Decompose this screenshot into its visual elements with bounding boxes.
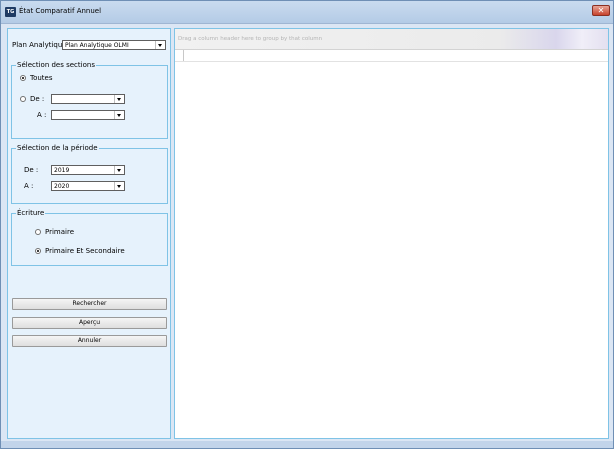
section-to-label: A :	[37, 111, 47, 119]
period-from-dropdown[interactable]: 2019	[51, 165, 125, 175]
rechercher-button[interactable]: Rechercher	[12, 298, 167, 310]
radio-toutes-label: Toutes	[30, 74, 53, 82]
chevron-down-icon[interactable]	[114, 95, 124, 103]
radio-de[interactable]	[20, 96, 26, 102]
period-legend: Sélection de la période	[16, 144, 99, 152]
annuler-button[interactable]: Annuler	[12, 335, 167, 347]
radio-de-label: De :	[30, 95, 45, 103]
group-by-hint: Drag a column header here to group by th…	[178, 36, 323, 42]
chevron-down-icon[interactable]	[114, 111, 124, 119]
period-to-label: A :	[24, 182, 34, 190]
row-indicator-column	[183, 50, 184, 61]
chevron-down-icon[interactable]	[114, 166, 124, 174]
radio-toutes[interactable]	[20, 75, 26, 81]
period-to-value: 2020	[54, 183, 70, 190]
chevron-down-icon[interactable]	[155, 41, 165, 49]
app-logo-icon: TG	[5, 7, 16, 17]
close-button[interactable]: ✕	[592, 5, 610, 16]
period-from-value: 2019	[54, 167, 70, 174]
radio-primaire-label: Primaire	[45, 228, 75, 236]
apercu-button[interactable]: Aperçu	[12, 317, 167, 329]
period-to-dropdown[interactable]: 2020	[51, 181, 125, 191]
radio-primaire-secondaire-label: Primaire Et Secondaire	[45, 247, 125, 255]
ecriture-legend: Écriture	[16, 209, 46, 217]
window-title: État Comparatif Annuel	[19, 7, 102, 15]
section-to-dropdown[interactable]	[51, 110, 125, 120]
window: TG État Comparatif Annuel ✕ Plan Analyti…	[0, 0, 614, 449]
column-header-row[interactable]	[175, 50, 608, 62]
period-from-label: De :	[24, 166, 39, 174]
period-group: Sélection de la période De : 2019 A : 20…	[11, 144, 168, 204]
results-grid: Drag a column header here to group by th…	[174, 28, 609, 439]
plan-analytique-value: Plan Analytique OLMI	[65, 42, 129, 49]
plan-analytique-dropdown[interactable]: Plan Analytique OLMI	[62, 40, 166, 50]
status-bar	[1, 441, 613, 448]
radio-primaire-secondaire[interactable]	[35, 248, 41, 254]
group-by-panel[interactable]: Drag a column header here to group by th…	[175, 29, 608, 50]
sections-legend: Sélection des sections	[16, 61, 96, 69]
sections-group: Sélection des sections Toutes De : A :	[11, 61, 168, 139]
section-from-dropdown[interactable]	[51, 94, 125, 104]
ecriture-group: Écriture Primaire Primaire Et Secondaire	[11, 209, 168, 266]
radio-primaire[interactable]	[35, 229, 41, 235]
filter-panel: Plan Analytique : Plan Analytique OLMI S…	[7, 28, 171, 439]
close-icon: ✕	[597, 6, 605, 15]
chevron-down-icon[interactable]	[114, 182, 124, 190]
title-bar[interactable]: TG État Comparatif Annuel ✕	[1, 1, 613, 24]
